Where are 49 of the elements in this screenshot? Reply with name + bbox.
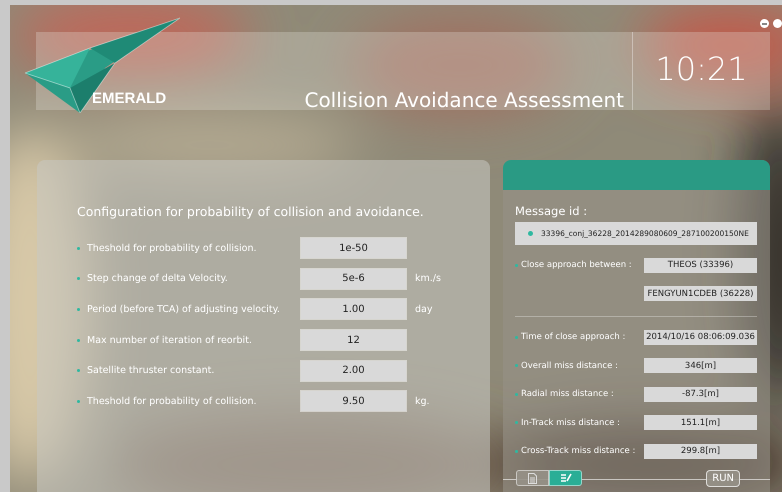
value-field: 346[m] (644, 358, 757, 374)
bullet-icon (77, 369, 80, 372)
bullet-icon (515, 336, 518, 339)
field-label: Theshold for probability of collision. (87, 242, 258, 254)
bullet-icon (77, 246, 80, 250)
field-label: Period (before TCA) of adjusting velocity. (87, 304, 281, 315)
value-field[interactable]: 2.00 (301, 360, 406, 381)
value-field: 151.1[m] (644, 415, 757, 430)
unit-label: km./s (415, 273, 441, 284)
field-label: Step change of delta Velocity. (87, 273, 229, 284)
field-label: Time of close approach : (521, 332, 626, 342)
value-field: 2014/10/16 08:06:09.036 (644, 330, 757, 345)
bullet-icon (515, 264, 518, 267)
field-label: Satellite thruster constant. (87, 365, 216, 376)
edit-icon (560, 473, 572, 483)
view-tab[interactable] (516, 470, 549, 486)
value-field[interactable]: 12 (301, 330, 406, 350)
view-tab[interactable] (549, 470, 582, 486)
bullet-icon (77, 277, 80, 280)
clock: 10:21 (655, 50, 748, 88)
value-field: 299.8[m] (644, 444, 757, 459)
section-title: Configuration for probability of collision and avoidance. (77, 204, 425, 219)
message-label: Message id : (515, 204, 588, 218)
value-field[interactable]: 1e-50 (301, 238, 406, 258)
value-field: THEOS (33396) (644, 258, 757, 273)
bullet-icon (515, 392, 518, 396)
bullet-icon (77, 400, 80, 403)
value-field: FENGYUN1CDEB (36228) (644, 286, 757, 302)
field-label: Cross-Track miss distance : (521, 446, 636, 456)
bullet-icon (77, 308, 80, 311)
logo-text: EMERALD (92, 90, 166, 107)
app-title: Collision Avoidance Assessment (304, 88, 624, 112)
field-label: Overall miss distance : (521, 360, 619, 371)
field-label: Radial miss distance : (521, 389, 615, 400)
bullet-icon (515, 450, 518, 453)
unit-label: kg. (415, 396, 430, 407)
field-label: Theshold for probability of collision. (87, 396, 258, 407)
bullet-icon (77, 338, 80, 342)
bullet-icon (515, 421, 518, 424)
document-icon (528, 472, 537, 484)
unit-label: day (415, 304, 432, 315)
field-label: In-Track miss distance : (521, 418, 621, 428)
value-field: -87.3[m] (644, 386, 757, 402)
value-field[interactable]: 9.50 (301, 391, 406, 412)
value-field[interactable]: 1.00 (301, 299, 406, 320)
bullet-icon (515, 364, 518, 368)
field-label: Max number of iteration of reorbit. (87, 334, 253, 346)
field-label: Close approach between : (521, 260, 633, 270)
value-field[interactable]: 5e-6 (301, 268, 406, 289)
